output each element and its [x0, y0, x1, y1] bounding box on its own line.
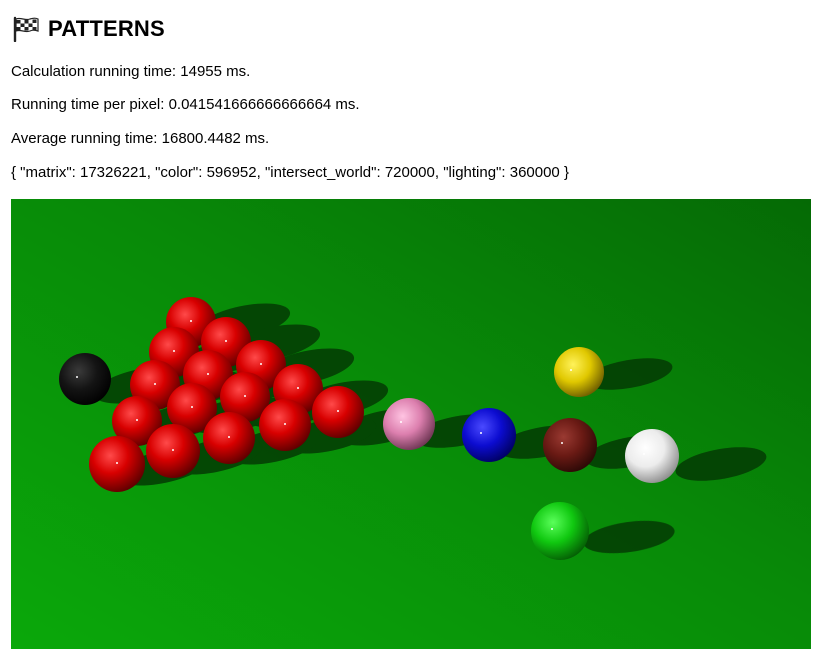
green-ball	[531, 502, 589, 560]
brown-ball	[543, 418, 597, 472]
white-ball	[625, 429, 679, 483]
time-per-pixel-text: Running time per pixel: 0.04154166666666…	[11, 96, 360, 113]
yellow-ball	[554, 347, 604, 397]
black-ball	[59, 353, 111, 405]
page: PATTERNS Calculation running time: 14955…	[0, 0, 826, 661]
page-header: PATTERNS	[12, 14, 165, 44]
checkered-flag-icon	[13, 16, 39, 42]
render-canvas	[11, 199, 811, 649]
calculation-time-text: Calculation running time: 14955 ms.	[11, 63, 251, 80]
pink-ball	[383, 398, 435, 450]
blue-ball	[462, 408, 516, 462]
page-title: PATTERNS	[48, 16, 165, 41]
average-time-text: Average running time: 16800.4482 ms.	[11, 130, 270, 147]
call-counts-text: { "matrix": 17326221, "color": 596952, "…	[11, 164, 569, 181]
